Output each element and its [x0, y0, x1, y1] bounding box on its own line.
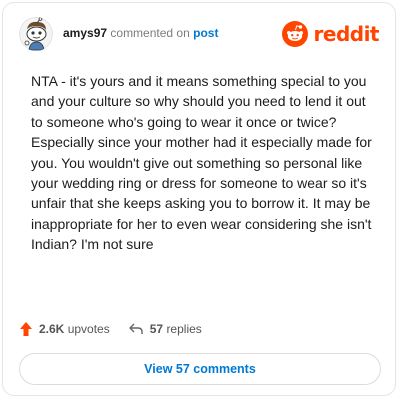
upvotes-label: upvotes [68, 322, 110, 336]
comment-byline: amys97 commented on post [63, 25, 218, 41]
post-link[interactable]: post [193, 26, 218, 40]
reddit-snoo-icon [282, 21, 308, 47]
upvote-count: 2.6K [39, 322, 64, 336]
replies-button[interactable]: 57 replies [128, 322, 202, 336]
byline-action-text: commented on [110, 26, 189, 40]
comment-body: NTA - it's yours and it means something … [31, 71, 377, 255]
comment-card: amys97 commented on post reddit NTA - it… [2, 2, 396, 396]
snoo-avatar-icon [19, 17, 53, 51]
reddit-logo[interactable]: reddit [282, 21, 379, 47]
replies-label: replies [166, 322, 201, 336]
username[interactable]: amys97 [63, 26, 107, 40]
upvote-arrow-icon [19, 321, 33, 337]
comment-header: amys97 commented on post reddit [19, 17, 379, 53]
view-comments-button[interactable]: View 57 comments [19, 353, 381, 385]
reply-arrow-icon [128, 322, 144, 336]
reply-count: 57 [150, 322, 163, 336]
brand-wordmark: reddit [314, 22, 379, 46]
upvote-button[interactable]: 2.6K upvotes [19, 321, 110, 337]
avatar[interactable] [19, 17, 53, 51]
comment-actions: 2.6K upvotes 57 replies [19, 319, 202, 339]
